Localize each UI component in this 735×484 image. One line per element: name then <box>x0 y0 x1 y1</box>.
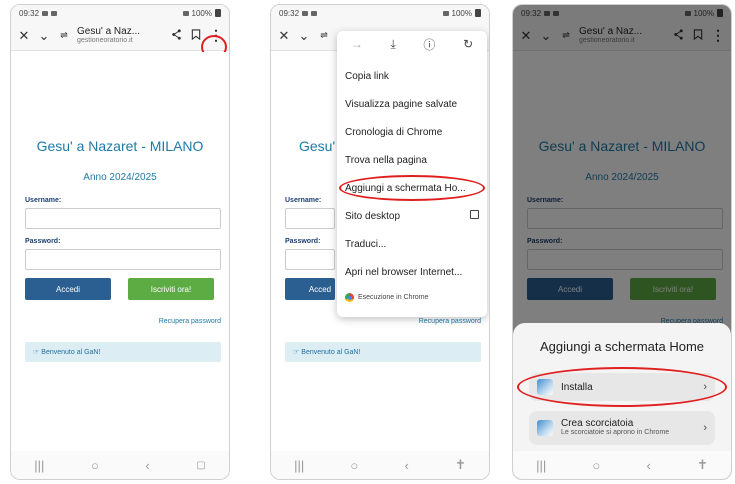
home-icon[interactable]: ○ <box>91 458 99 473</box>
thumbs-up-icon: ☞ <box>33 349 40 356</box>
desktop-site-checkbox[interactable] <box>470 210 479 219</box>
share-icon[interactable] <box>169 29 183 42</box>
system-nav-bar: ||| ○ ‹ ✝ <box>513 451 731 479</box>
recover-password-link[interactable]: Recupera password <box>159 318 221 325</box>
shortcut-app-icon <box>537 420 553 436</box>
password-input[interactable] <box>25 249 221 270</box>
phone-screen-1: 09:32 100% ✕ ⌄ ⇌ Gesu' a Naz... gestione… <box>10 4 230 480</box>
desktop-site-label: Sito desktop <box>345 211 401 222</box>
recents-icon[interactable]: ||| <box>34 458 44 473</box>
notification-icon <box>51 10 58 16</box>
site-year: Anno 2024/2025 <box>83 172 157 183</box>
highlight-circle <box>517 367 727 407</box>
thumbs-up-icon: ☞ <box>293 349 300 356</box>
notification-icon <box>311 10 318 16</box>
menu-footer: Esecuzione in Chrome <box>345 293 479 302</box>
recover-password-link[interactable]: Recupera password <box>419 318 481 325</box>
phone-screen-2: 09:32 100% ✕ ⌄ ⇌ Gesu' Username: Passwor… <box>270 4 490 480</box>
menu-footer-text: Esecuzione in Chrome <box>358 294 429 301</box>
welcome-banner: ☞ Benvenuto al GaN! <box>25 342 221 362</box>
back-icon[interactable]: ‹ <box>404 458 408 473</box>
chevron-down-icon[interactable]: ⌄ <box>297 29 311 42</box>
accessibility-icon[interactable]: ✝ <box>697 457 708 473</box>
password-input[interactable] <box>285 249 335 270</box>
username-input[interactable] <box>285 208 335 229</box>
recents-icon[interactable]: ||| <box>294 458 304 473</box>
status-time: 09:32 <box>19 8 40 18</box>
menu-item-open-in-browser[interactable]: Apri nel browser Internet... <box>345 267 479 278</box>
highlight-circle <box>339 175 485 201</box>
menu-item-saved-pages[interactable]: Visualizza pagine salvate <box>345 99 479 110</box>
shortcut-text: Crea scorciatoia Le scorciatoie si apron… <box>561 418 695 437</box>
forward-icon[interactable]: → <box>351 37 363 51</box>
battery-level: 100% <box>191 8 212 18</box>
browser-menu: → ⤓ ⓘ ↻ Copia link Visualizza pagine sal… <box>337 31 487 317</box>
bookmark-icon[interactable] <box>189 29 203 42</box>
password-label: Password: <box>285 238 321 245</box>
password-label: Password: <box>25 238 61 245</box>
add-to-home-sheet: Aggiungi a schermata Home Installa › Cre… <box>513 323 731 453</box>
battery-level: 100% <box>451 8 472 18</box>
cloud-icon <box>302 10 309 16</box>
page-content: Gesu' a Nazaret - MILANO Anno 2024/2025 … <box>11 52 229 451</box>
signal-icon <box>182 10 189 16</box>
menu-item-translate[interactable]: Traduci... <box>345 239 479 250</box>
download-icon[interactable]: ⤓ <box>390 37 395 52</box>
welcome-text: Benvenuto al GaN! <box>41 348 101 356</box>
keyboard-icon[interactable]: ▢ <box>196 460 205 471</box>
system-nav-bar: ||| ○ ‹ ▢ <box>11 451 229 479</box>
chevron-right-icon: › <box>703 422 707 434</box>
back-icon[interactable]: ‹ <box>145 458 149 473</box>
site-title: Gesu' a Nazaret - MILANO <box>36 138 204 154</box>
signal-icon <box>442 10 449 16</box>
menu-item-find-in-page[interactable]: Trova nella pagina <box>345 155 479 166</box>
tabs-icon[interactable]: ⇌ <box>57 31 71 40</box>
recents-icon[interactable]: ||| <box>536 458 546 473</box>
battery-icon <box>215 9 221 17</box>
sheet-title: Aggiungi a schermata Home <box>539 339 705 354</box>
menu-item-history[interactable]: Cronologia di Chrome <box>345 127 479 138</box>
status-time: 09:32 <box>279 8 300 18</box>
info-icon[interactable]: ⓘ <box>423 36 435 53</box>
battery-icon <box>475 9 481 17</box>
close-icon[interactable]: ✕ <box>277 29 291 42</box>
refresh-icon[interactable]: ↻ <box>463 37 473 51</box>
page-domain: gestioneoratorio.it <box>77 37 133 45</box>
username-input[interactable] <box>25 208 221 229</box>
status-bar: 09:32 100% <box>271 5 489 21</box>
home-icon[interactable]: ○ <box>350 458 358 473</box>
accessibility-icon[interactable]: ✝ <box>455 457 466 473</box>
cloud-icon <box>42 10 49 16</box>
login-button[interactable]: Acced <box>285 278 335 300</box>
welcome-text: Benvenuto al GaN! <box>301 348 361 356</box>
shortcut-subtitle: Le scorciatoie si aprono in Chrome <box>561 429 670 437</box>
browser-toolbar: ✕ ⌄ ⇌ Gesu' a Naz... gestioneoratorio.it… <box>11 21 229 51</box>
menu-item-desktop-site[interactable]: Sito desktop <box>345 210 479 222</box>
home-icon[interactable]: ○ <box>592 458 600 473</box>
username-label: Username: <box>285 197 322 204</box>
tabs-icon[interactable]: ⇌ <box>317 31 331 40</box>
shortcut-option[interactable]: Crea scorciatoia Le scorciatoie si apron… <box>529 411 715 445</box>
page-title: Gesu' a Naz... <box>77 26 141 37</box>
back-icon[interactable]: ‹ <box>646 458 650 473</box>
welcome-banner: ☞ Benvenuto al GaN! <box>285 342 481 362</box>
menu-item-copy-link[interactable]: Copia link <box>345 71 479 82</box>
chrome-icon <box>345 293 354 302</box>
phone-screen-3: 09:32 100% ✕ ⌄ ⇌ Gesu' a Naz... gestione… <box>512 4 732 480</box>
signup-button[interactable]: Iscriviti ora! <box>128 278 214 300</box>
shortcut-label: Crea scorciatoia <box>561 418 634 430</box>
chevron-down-icon[interactable]: ⌄ <box>37 29 51 42</box>
status-bar: 09:32 100% <box>11 5 229 21</box>
login-button[interactable]: Accedi <box>25 278 111 300</box>
username-label: Username: <box>25 197 62 204</box>
system-nav-bar: ||| ○ ‹ ✝ <box>271 451 489 479</box>
close-icon[interactable]: ✕ <box>17 29 31 42</box>
url-title[interactable]: Gesu' a Naz... gestioneoratorio.it <box>77 27 163 45</box>
menu-toolbar: → ⤓ ⓘ ↻ <box>337 31 487 57</box>
